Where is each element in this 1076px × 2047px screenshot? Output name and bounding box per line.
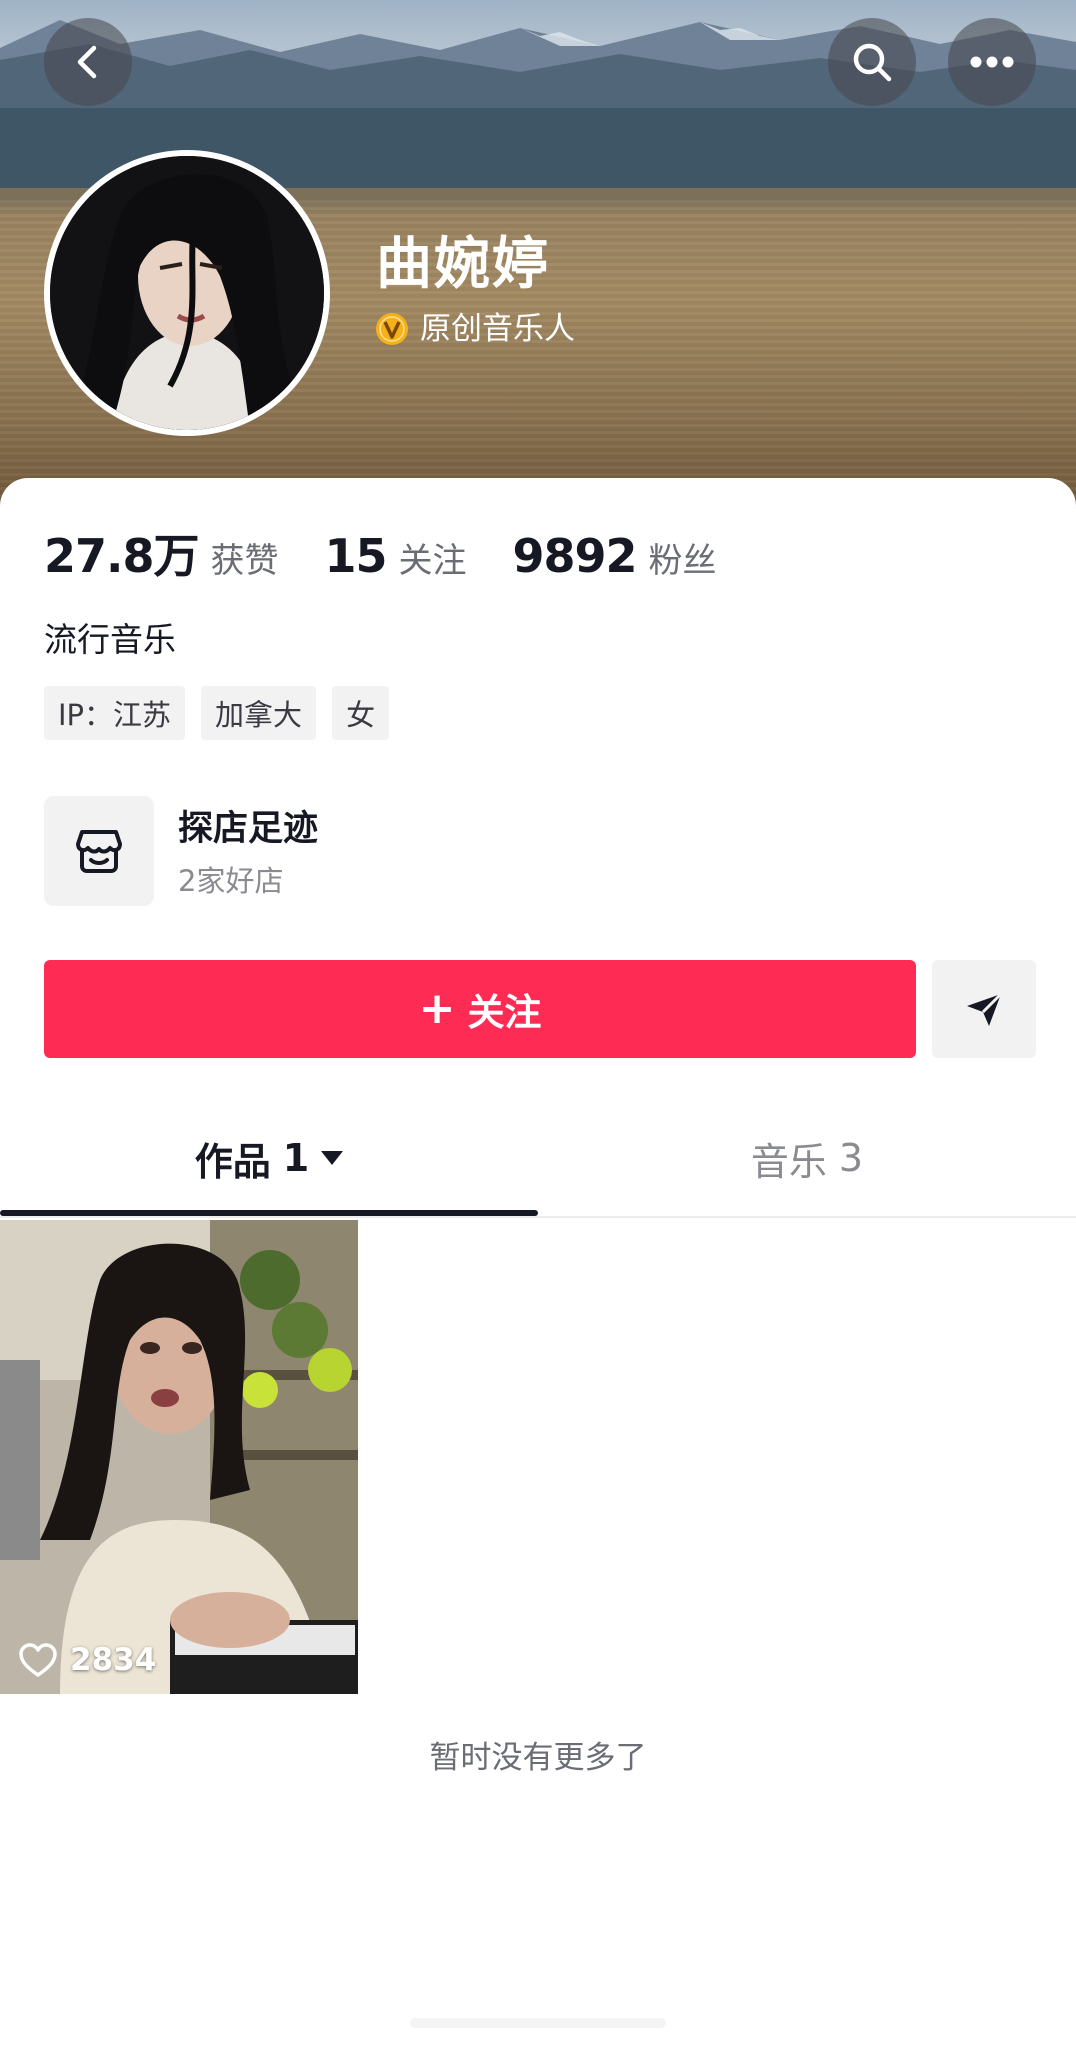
tag-country: 加拿大 xyxy=(201,686,317,740)
tab-works[interactable]: 作品 1 xyxy=(0,1098,538,1218)
tab-count: 1 xyxy=(282,1136,310,1180)
plus-icon: + xyxy=(418,983,456,1034)
storefront-icon xyxy=(76,830,122,873)
video-thumbnail[interactable]: 2834 xyxy=(0,1220,358,1694)
more-options-button[interactable] xyxy=(948,18,1036,106)
stat-label: 粉丝 xyxy=(648,541,717,581)
home-indicator xyxy=(410,2018,666,2028)
shop-subtitle: 2家好店 xyxy=(178,864,284,898)
stat-likes[interactable]: 27.8万 获赞 xyxy=(44,520,279,586)
content-tabs: 作品 1 音乐 3 xyxy=(0,1098,1076,1218)
stat-followers[interactable]: 9892 粉丝 xyxy=(513,529,717,583)
chevron-left-icon xyxy=(68,42,108,82)
profile-bio: 流行音乐 xyxy=(44,620,176,659)
stat-value: 9892 xyxy=(512,529,638,583)
stat-value: 27.8万 xyxy=(44,529,199,583)
caret-down-icon[interactable] xyxy=(321,1151,344,1165)
avatar[interactable] xyxy=(44,150,330,436)
profile-card: 27.8万 获赞 15 关注 9892 粉丝 流行音乐 IP：江苏 加拿大 女 探店足… xyxy=(0,478,1076,2047)
follow-label: 关注 xyxy=(467,991,542,1034)
profile-tags: IP：江苏 加拿大 女 xyxy=(44,686,390,740)
profile-stats: 27.8万 获赞 15 关注 9892 粉丝 xyxy=(44,520,717,583)
follow-button[interactable]: + 关注 xyxy=(44,960,916,1058)
tag-gender: 女 xyxy=(332,686,390,740)
tab-label: 作品 xyxy=(194,1139,271,1184)
back-button[interactable] xyxy=(44,18,132,106)
tab-count: 3 xyxy=(838,1136,864,1180)
no-more-content-text: 暂时没有更多了 xyxy=(429,1740,647,1776)
stat-following[interactable]: 15 关注 xyxy=(325,529,467,583)
shop-icon-box xyxy=(44,796,154,906)
verification-row[interactable]: 原创音乐人 xyxy=(374,308,575,350)
video-like-count: 2834 xyxy=(70,1642,157,1678)
avatar-portrait xyxy=(50,156,324,430)
paper-plane-icon xyxy=(967,992,1003,1026)
share-button[interactable] xyxy=(932,960,1036,1058)
profile-nickname: 曲婉婷 xyxy=(376,232,550,297)
video-cover-image xyxy=(0,1220,358,1694)
verified-v-icon xyxy=(376,313,408,345)
tag-ip-location: IP：江苏 xyxy=(44,686,186,740)
heart-outline-icon xyxy=(19,1643,57,1677)
video-likes: 2834 xyxy=(18,1642,156,1678)
stat-label: 关注 xyxy=(398,541,467,581)
shop-visits-entry[interactable]: 探店足迹 2家好店 xyxy=(44,796,744,906)
tab-music[interactable]: 音乐 3 xyxy=(538,1098,1076,1218)
ellipsis-icon xyxy=(969,55,1015,69)
search-icon xyxy=(849,39,895,85)
search-button[interactable] xyxy=(828,18,916,106)
verification-label: 原创音乐人 xyxy=(420,311,575,347)
stat-value: 15 xyxy=(324,529,388,583)
shop-title: 探店足迹 xyxy=(178,809,319,849)
stat-label: 获赞 xyxy=(210,541,279,581)
active-tab-indicator xyxy=(0,1210,538,1216)
tab-label: 音乐 xyxy=(750,1139,827,1184)
